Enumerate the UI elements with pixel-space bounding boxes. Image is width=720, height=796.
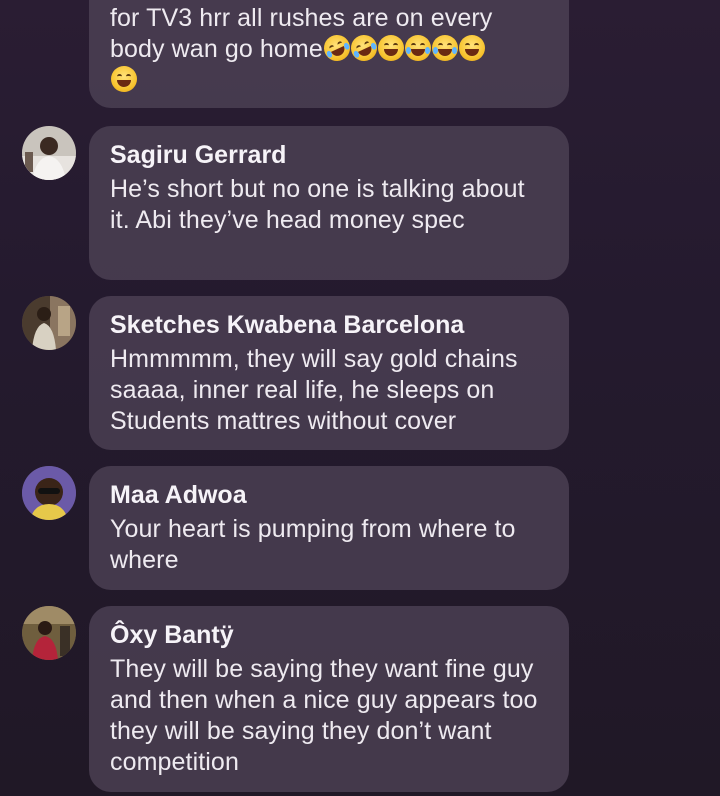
laughing-emoji-icon bbox=[346, 30, 382, 66]
tears-of-joy-emoji-icon bbox=[404, 35, 431, 61]
comment-author[interactable]: Ôxy Bantÿ bbox=[110, 620, 549, 650]
laughing-emoji-icon bbox=[319, 30, 355, 66]
avatar[interactable] bbox=[22, 126, 76, 180]
avatar[interactable] bbox=[22, 296, 76, 350]
laughing-emoji-icon bbox=[111, 66, 137, 92]
tears-of-joy-emoji-icon bbox=[431, 35, 458, 61]
avatar-image bbox=[22, 606, 76, 660]
comment-bubble[interactable]: Maa Adwoa Your heart is pumping from whe… bbox=[89, 466, 569, 590]
comment-bubble[interactable]: Ôxy Bantÿ They will be saying they want … bbox=[89, 606, 569, 792]
comment-text: for TV3 hrr all rushes are on every body… bbox=[110, 3, 549, 96]
avatar-image bbox=[22, 126, 76, 180]
grinning-emoji-icon bbox=[458, 35, 485, 61]
grinning-sweat-emoji-icon bbox=[377, 35, 404, 61]
avatar[interactable] bbox=[22, 606, 76, 660]
avatar-image bbox=[22, 296, 76, 350]
comment-author[interactable]: Maa Adwoa bbox=[110, 480, 549, 510]
comment-text: They will be saying they want fine guy a… bbox=[110, 655, 538, 776]
comment-text: Hmmmmm, they will say gold chains saaaa,… bbox=[110, 345, 518, 435]
avatar[interactable] bbox=[22, 466, 76, 520]
comment-bubble[interactable]: Sketches Kwabena Barcelona Hmmmmm, they … bbox=[89, 296, 569, 450]
comment-text: Your heart is pumping from where to wher… bbox=[110, 515, 516, 574]
comment-thread: for TV3 hrr all rushes are on every body… bbox=[0, 0, 720, 796]
comment-bubble[interactable]: for TV3 hrr all rushes are on every body… bbox=[89, 0, 569, 108]
comment-text: He’s short but no one is talking about i… bbox=[110, 175, 525, 234]
comment-bubble[interactable]: Sagiru Gerrard He’s short but no one is … bbox=[89, 126, 569, 280]
comment-author[interactable]: Sketches Kwabena Barcelona bbox=[110, 310, 549, 340]
comment-author[interactable]: Sagiru Gerrard bbox=[110, 140, 549, 170]
avatar-image bbox=[22, 466, 76, 520]
